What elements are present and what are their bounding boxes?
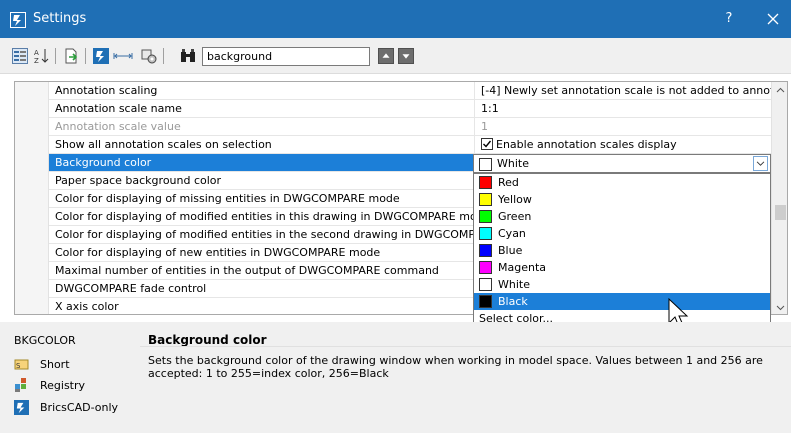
color-option-magenta[interactable]: Magenta — [474, 259, 770, 276]
property-value-checkbox[interactable]: Enable annotation scales display — [476, 136, 771, 153]
grid-gutter — [15, 82, 49, 314]
background-color-combo[interactable]: White — [473, 154, 771, 173]
color-swatch — [479, 278, 492, 291]
color-dropdown-list: Red Yellow Green Cyan Blue Magenta White… — [473, 173, 771, 327]
option-label: Black — [498, 295, 528, 308]
property-name: DWGCOMPARE fade control — [49, 280, 475, 297]
help-button[interactable]: ? — [718, 8, 740, 30]
bricscad-app-icon — [10, 12, 26, 28]
window-title: Settings — [33, 11, 87, 26]
toolbar-separator — [163, 48, 164, 64]
color-swatch — [479, 176, 492, 189]
property-name: Color for displaying of modified entitie… — [49, 208, 475, 225]
property-name: Paper space background color — [49, 172, 475, 189]
chevron-down-icon[interactable] — [753, 156, 768, 171]
grid-row: Annotation scale value 1 — [49, 118, 771, 136]
property-name: Annotation scaling — [49, 82, 475, 99]
type-short-icon: S — [14, 359, 29, 370]
property-value[interactable]: [-4] Newly set annotation scale is not a… — [476, 82, 771, 99]
type-label: Short — [40, 358, 70, 371]
variable-name: BKGCOLOR — [14, 334, 76, 347]
description-title: Background color — [148, 333, 267, 347]
scroll-up-icon[interactable] — [775, 85, 786, 96]
option-label: Magenta — [498, 261, 547, 274]
alphabetic-sort-icon[interactable]: A Z — [34, 48, 50, 64]
registry-icon — [15, 378, 26, 392]
property-value[interactable]: 1:1 — [476, 100, 771, 117]
property-name: Annotation scale name — [49, 100, 475, 117]
toolbar-separator — [85, 48, 86, 64]
property-name: X axis color — [49, 298, 475, 314]
color-swatch — [479, 244, 492, 257]
export-icon[interactable] — [63, 48, 79, 64]
description-panel: BKGCOLOR S Short Registry BricsCAD-only … — [0, 322, 791, 433]
color-swatch — [479, 158, 492, 171]
option-label: Red — [498, 176, 519, 189]
color-option-green[interactable]: Green — [474, 208, 770, 225]
scrollbar-thumb[interactable] — [775, 205, 786, 220]
grid-row[interactable]: Annotation scaling [-4] Newly set annota… — [49, 82, 771, 100]
property-name: Maximal number of entities in the output… — [49, 262, 475, 279]
property-name: Color for displaying of missing entities… — [49, 190, 475, 207]
color-option-white[interactable]: White — [474, 276, 770, 293]
bricscad-icon[interactable] — [93, 48, 109, 64]
property-name: Color for displaying of new entities in … — [49, 244, 475, 261]
svg-text:A: A — [34, 49, 39, 57]
color-swatch — [479, 295, 492, 308]
binoculars-icon[interactable] — [180, 48, 196, 64]
title-bar: Settings ? — [0, 0, 791, 38]
color-swatch — [479, 210, 492, 223]
svg-text:S: S — [16, 362, 21, 370]
svg-text:Z: Z — [34, 57, 39, 64]
search-up-icon[interactable] — [378, 48, 394, 64]
toolbar: A Z background — [0, 38, 791, 74]
color-option-cyan[interactable]: Cyan — [474, 225, 770, 242]
option-label: Blue — [498, 244, 523, 257]
storage-label: Registry — [40, 379, 86, 392]
scope-label: BricsCAD-only — [40, 401, 119, 414]
categorized-view-icon[interactable] — [12, 48, 28, 64]
property-name: Background color — [49, 154, 475, 171]
property-value: 1 — [481, 120, 488, 133]
vertical-scrollbar[interactable] — [771, 82, 787, 314]
color-swatch — [479, 261, 492, 274]
search-input[interactable]: background — [202, 47, 370, 66]
bricscad-icon — [14, 400, 29, 415]
grid-row[interactable]: Show all annotation scales on selection … — [49, 136, 771, 154]
description-text: Sets the background color of the drawing… — [148, 354, 763, 380]
grid-row[interactable]: Annotation scale name 1:1 — [49, 100, 771, 118]
color-option-blue[interactable]: Blue — [474, 242, 770, 259]
property-name: Show all annotation scales on selection — [49, 136, 475, 153]
color-swatch — [479, 193, 492, 206]
option-label: Green — [498, 210, 532, 223]
scroll-down-icon[interactable] — [775, 302, 786, 313]
search-down-icon[interactable] — [398, 48, 414, 64]
option-label: Yellow — [498, 193, 532, 206]
settings-tree-icon[interactable] — [141, 48, 157, 64]
combo-value: White — [497, 157, 529, 170]
color-option-yellow[interactable]: Yellow — [474, 191, 770, 208]
color-option-black[interactable]: Black — [474, 293, 770, 310]
divider — [140, 346, 791, 347]
close-icon[interactable] — [760, 7, 786, 31]
checkbox-label: Enable annotation scales display — [496, 138, 677, 151]
toolbar-separator — [55, 48, 56, 64]
property-name: Annotation scale value — [49, 118, 475, 135]
option-label: Cyan — [498, 227, 526, 240]
option-label: White — [498, 278, 530, 291]
checkbox-checked-icon[interactable] — [481, 138, 493, 150]
property-name: Color for displaying of modified entitie… — [49, 226, 475, 243]
color-swatch — [479, 227, 492, 240]
color-option-red[interactable]: Red — [474, 174, 770, 191]
expand-icon[interactable] — [113, 48, 133, 64]
